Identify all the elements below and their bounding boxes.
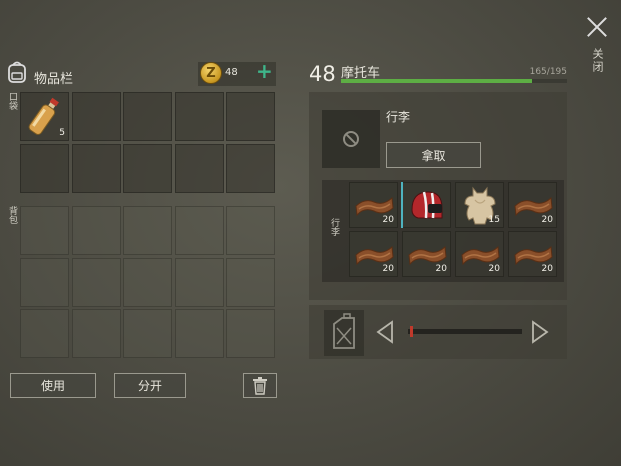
backpack-slot[interactable] — [123, 206, 172, 255]
coin-balance: Z 48 + — [198, 59, 276, 86]
item-quantity: 20 — [488, 264, 500, 274]
cargo-slot[interactable] — [402, 182, 451, 228]
vehicle-level: 48 — [309, 62, 336, 86]
split-button[interactable]: 分开 — [114, 373, 186, 398]
fuel-can-icon — [333, 313, 355, 349]
item-quantity: 15 — [488, 215, 500, 225]
pocket-slot[interactable]: 5 — [20, 92, 69, 141]
cargo-slot[interactable]: 20 — [402, 231, 451, 277]
take-button[interactable]: 拿取 — [386, 142, 481, 168]
close-icon[interactable] — [584, 14, 610, 40]
cargo-side-label: 行李 — [329, 218, 339, 236]
add-coins-button[interactable]: + — [256, 59, 273, 83]
pocket-slot[interactable] — [20, 143, 69, 193]
trash-icon — [253, 376, 267, 395]
backpack-slot[interactable] — [123, 257, 172, 307]
pocket-slot[interactable] — [123, 92, 172, 141]
selection-marker — [401, 182, 403, 228]
backpack-slot[interactable] — [71, 309, 121, 358]
pocket-slot[interactable] — [174, 92, 224, 141]
backpack-slot[interactable] — [226, 206, 275, 255]
close-label[interactable]: 关闭 — [589, 48, 605, 74]
coin-icon: Z — [200, 62, 222, 84]
item-quantity: 5 — [59, 128, 65, 138]
cargo-title: 行李 — [386, 110, 411, 124]
trash-button[interactable] — [243, 373, 277, 398]
item-quantity: 20 — [382, 264, 394, 274]
backpack-slot[interactable] — [174, 257, 224, 307]
backpack-slot[interactable] — [123, 309, 172, 358]
cargo-slot[interactable]: 15 — [455, 182, 504, 228]
pocket-slot[interactable] — [226, 92, 275, 141]
cargo-slot[interactable]: 20 — [508, 231, 557, 277]
backpack-slot[interactable] — [71, 206, 121, 255]
pocket-slot[interactable] — [71, 92, 121, 141]
increase-fuel-button[interactable] — [529, 320, 553, 344]
backpack-slot[interactable] — [20, 257, 69, 307]
no-item-icon — [343, 131, 359, 147]
backpack-slot[interactable] — [20, 206, 69, 255]
coin-count: 48 — [225, 67, 238, 78]
pocket-slot[interactable] — [123, 143, 172, 193]
backpack-slot[interactable] — [226, 257, 275, 307]
cargo-slot[interactable]: 20 — [349, 182, 398, 228]
pocket-slot[interactable] — [226, 143, 275, 193]
backpack-slot[interactable] — [226, 309, 275, 358]
fuel-slider-handle[interactable] — [410, 326, 414, 337]
decrease-fuel-button[interactable] — [372, 320, 396, 344]
cargo-slot[interactable]: 20 — [349, 231, 398, 277]
vehicle-durability: 165/195 — [529, 67, 567, 77]
durability-bar — [341, 79, 567, 83]
backpack-label: 背包 — [7, 206, 17, 224]
item-quantity: 20 — [382, 215, 394, 225]
cargo-slot[interactable]: 20 — [508, 182, 557, 228]
inventory-title: 物品栏 — [34, 72, 74, 87]
backpack-slot[interactable] — [174, 309, 224, 358]
backpack-slot[interactable] — [20, 309, 69, 358]
cargo-slot[interactable]: 20 — [455, 231, 504, 277]
motorcycle-helmet-icon — [404, 184, 450, 232]
pocket-label: 口袋 — [7, 92, 17, 110]
backpack-icon — [8, 61, 26, 83]
item-quantity: 20 — [541, 264, 553, 274]
pocket-slot[interactable] — [174, 143, 224, 193]
durability-fill — [341, 79, 533, 83]
fuel-slider[interactable] — [408, 326, 522, 337]
backpack-slot[interactable] — [71, 257, 121, 307]
backpack-slot[interactable] — [174, 206, 224, 255]
use-button[interactable]: 使用 — [10, 373, 96, 398]
pocket-slot[interactable] — [71, 143, 121, 193]
empty-item-slot — [322, 110, 380, 168]
item-quantity: 20 — [435, 264, 447, 274]
fuel-slot — [324, 310, 364, 356]
item-quantity: 20 — [541, 215, 553, 225]
